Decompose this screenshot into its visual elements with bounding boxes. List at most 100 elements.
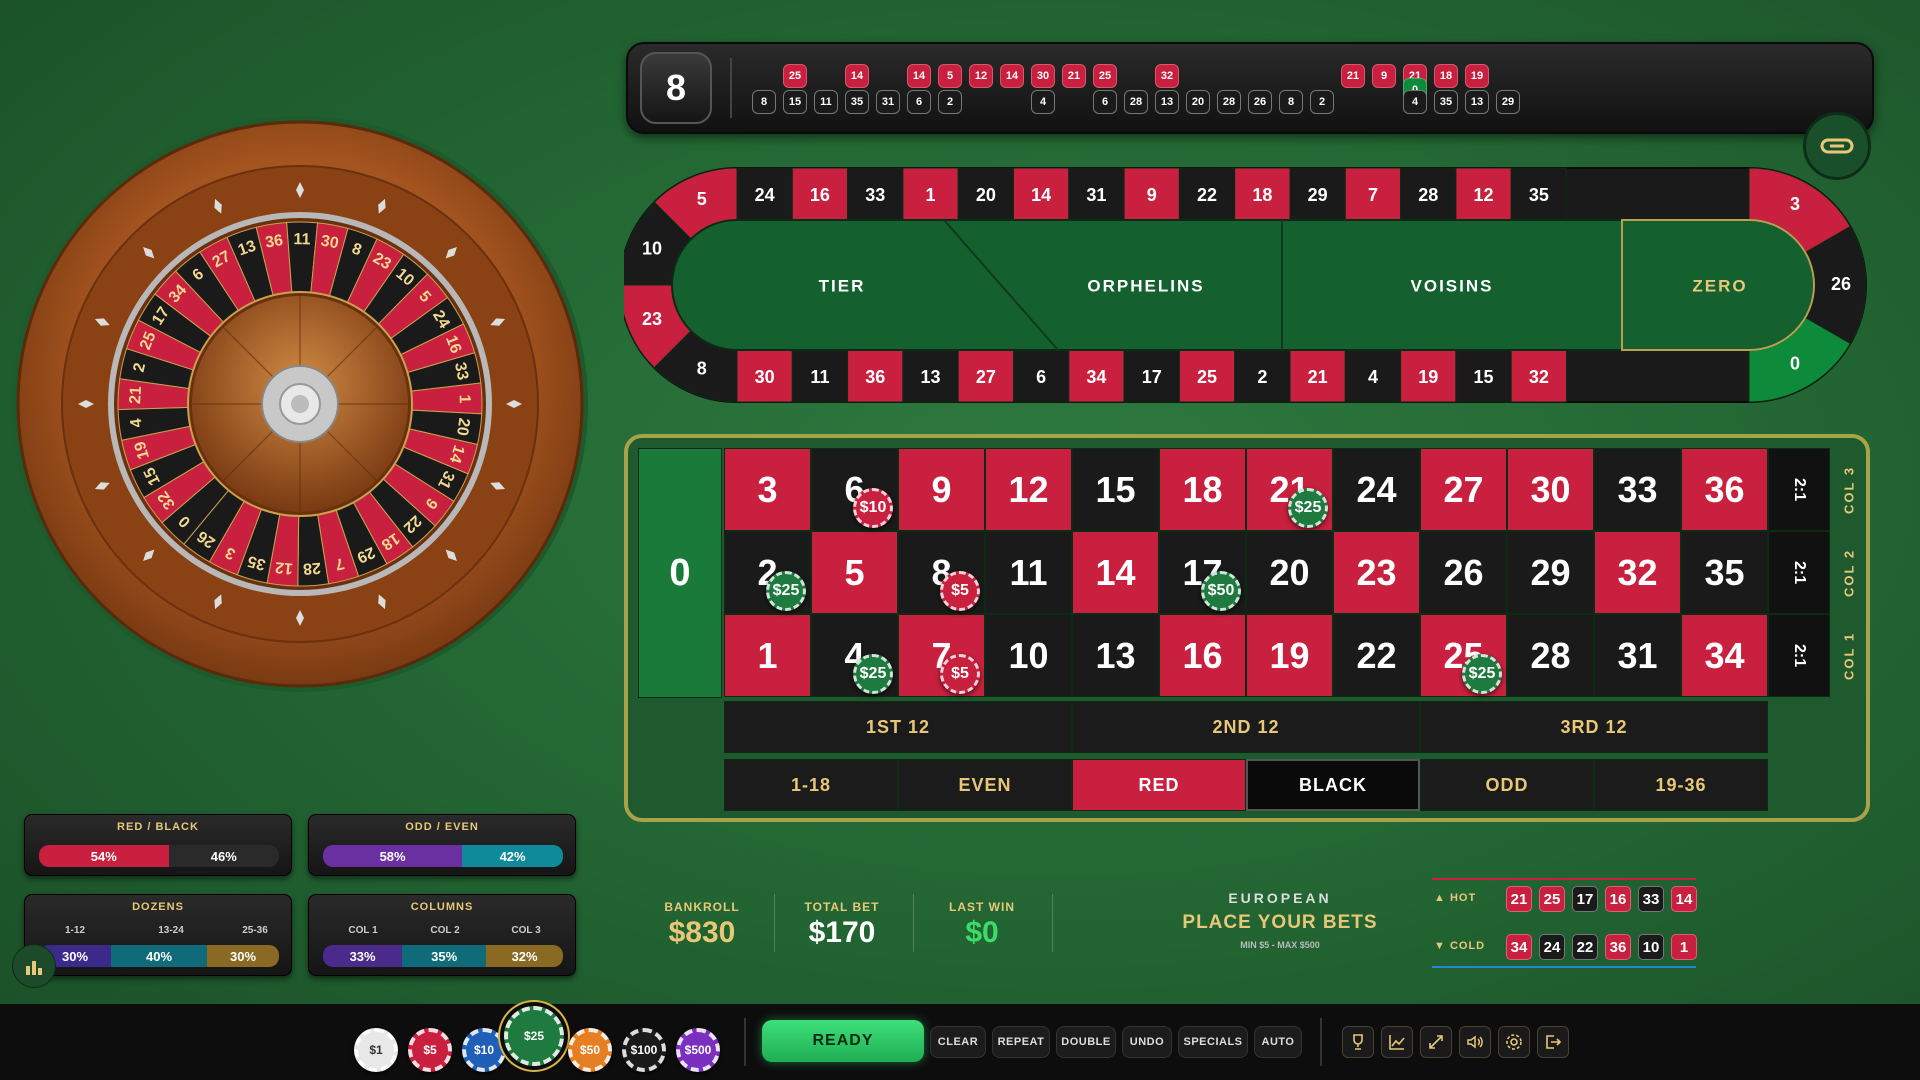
chip-5[interactable]: $5 (408, 1028, 452, 1072)
fullscreen-button[interactable] (1420, 1026, 1452, 1058)
placed-chip[interactable]: $25 (853, 654, 893, 694)
history-result: 9 (1372, 64, 1396, 88)
placed-chip[interactable]: $5 (940, 571, 980, 611)
column-percent: 35% (402, 945, 487, 967)
chip-500[interactable]: $500 (676, 1028, 720, 1072)
column-bet-2to1[interactable]: 2:1 (1768, 531, 1830, 614)
toolbar-divider (744, 1018, 746, 1066)
number-23[interactable]: 23 (1333, 531, 1420, 614)
outside-bet-odd[interactable]: ODD (1420, 759, 1594, 811)
number-31[interactable]: 31 (1594, 614, 1681, 697)
dozen-bet[interactable]: 2ND 12 (1072, 701, 1420, 753)
number-33[interactable]: 33 (1594, 448, 1681, 531)
specials-button[interactable]: SPECIALS (1178, 1026, 1248, 1058)
dozen-bet[interactable]: 3RD 12 (1420, 701, 1768, 753)
black-percent: 46% (168, 845, 279, 867)
history-result: 14 (907, 64, 931, 88)
history-result: 20 (1186, 90, 1210, 114)
dozen-label: 13-24 (158, 925, 184, 936)
outside-bet-black[interactable]: BLACK (1246, 759, 1420, 811)
clear-button[interactable]: CLEAR (930, 1026, 986, 1058)
number-30[interactable]: 30 (1507, 448, 1594, 531)
number-zero[interactable]: 0 (638, 448, 722, 698)
column-bet-2to1[interactable]: 2:1 (1768, 448, 1830, 531)
number-10[interactable]: 10 (985, 614, 1072, 697)
wheel-number: 28 (302, 559, 321, 577)
stats-toggle-button[interactable] (12, 944, 56, 988)
number-5[interactable]: 5 (811, 531, 898, 614)
outside-bet-19-36[interactable]: 19-36 (1594, 759, 1768, 811)
auto-button[interactable]: AUTO (1254, 1026, 1302, 1058)
number-1[interactable]: 1 (724, 614, 811, 697)
number-27[interactable]: 27 (1420, 448, 1507, 531)
column-bet-2to1[interactable]: 2:1 (1768, 614, 1830, 697)
placed-chip[interactable]: $50 (1201, 571, 1241, 611)
placed-chip[interactable]: $5 (940, 654, 980, 694)
number-9[interactable]: 9 (898, 448, 985, 531)
odd-even-bar: 58% 42% (323, 845, 563, 867)
chip-10[interactable]: $10 (462, 1028, 506, 1072)
info-divider (774, 894, 775, 952)
number-29[interactable]: 29 (1507, 531, 1594, 614)
history-chart-button[interactable] (1381, 1026, 1413, 1058)
chip-100[interactable]: $100 (622, 1028, 666, 1072)
dozen-bet[interactable]: 1ST 12 (724, 701, 1072, 753)
history-result: 6 (1093, 90, 1117, 114)
number-14[interactable]: 14 (1072, 531, 1159, 614)
placed-chip[interactable]: $25 (1462, 654, 1502, 694)
history-result: 18 (1434, 64, 1458, 88)
wheel-number: 20 (453, 417, 472, 437)
number-3[interactable]: 3 (724, 448, 811, 531)
number-16[interactable]: 16 (1159, 614, 1246, 697)
racetrack-label: 35 (1529, 185, 1549, 205)
chip-50[interactable]: $50 (568, 1028, 612, 1072)
chip-25[interactable]: $25 (504, 1006, 564, 1066)
number-34[interactable]: 34 (1681, 614, 1768, 697)
number-36[interactable]: 36 (1681, 448, 1768, 531)
exit-button[interactable] (1537, 1026, 1569, 1058)
trophy-button[interactable] (1342, 1026, 1374, 1058)
number-20[interactable]: 20 (1246, 531, 1333, 614)
last-win-value: $0 (965, 916, 999, 949)
racetrack-label: 30 (755, 367, 775, 387)
number-12[interactable]: 12 (985, 448, 1072, 531)
number-28[interactable]: 28 (1507, 614, 1594, 697)
repeat-button[interactable]: REPEAT (992, 1026, 1050, 1058)
outside-bet-red[interactable]: RED (1072, 759, 1246, 811)
number-15[interactable]: 15 (1072, 448, 1159, 531)
number-35[interactable]: 35 (1681, 531, 1768, 614)
racetrack-label: 22 (1197, 185, 1217, 205)
hot-number: 25 (1539, 886, 1565, 912)
outside-bet-even[interactable]: EVEN (898, 759, 1072, 811)
placed-chip[interactable]: $25 (1288, 488, 1328, 528)
racetrack-label: 34 (1086, 367, 1106, 387)
chip-1[interactable]: $1 (354, 1028, 398, 1072)
number-22[interactable]: 22 (1333, 614, 1420, 697)
last-win-label: LAST WIN (949, 900, 1015, 914)
number-11[interactable]: 11 (985, 531, 1072, 614)
number-13[interactable]: 13 (1072, 614, 1159, 697)
number-18[interactable]: 18 (1159, 448, 1246, 531)
number-24[interactable]: 24 (1333, 448, 1420, 531)
number-32[interactable]: 32 (1594, 531, 1681, 614)
number-19[interactable]: 19 (1246, 614, 1333, 697)
outside-bet-1-18[interactable]: 1-18 (724, 759, 898, 811)
undo-button[interactable]: UNDO (1122, 1026, 1172, 1058)
sound-button[interactable] (1459, 1026, 1491, 1058)
history-result: 21 (1062, 64, 1086, 88)
history-result: 28 (1217, 90, 1241, 114)
number-26[interactable]: 26 (1420, 531, 1507, 614)
settings-button[interactable] (1498, 1026, 1530, 1058)
double-button[interactable]: DOUBLE (1056, 1026, 1116, 1058)
cold-number: 10 (1638, 934, 1664, 960)
racetrack-section-voisins: VOISINS (1411, 276, 1494, 295)
racetrack-label: 23 (642, 309, 662, 329)
racetrack-label: 29 (1308, 185, 1328, 205)
racetrack-label: 13 (921, 367, 941, 387)
ready-button[interactable]: READY (762, 1020, 924, 1062)
placed-chip[interactable]: $10 (853, 488, 893, 528)
placed-chip[interactable]: $25 (766, 571, 806, 611)
column-label: COL 2 (1841, 548, 1857, 597)
racetrack[interactable]: 24 16 33 1 20 14 31 9 22 18 29 7 28 12 3530 11 36 13 27 6 34… (624, 166, 1874, 404)
racetrack-label: 15 (1474, 367, 1494, 387)
